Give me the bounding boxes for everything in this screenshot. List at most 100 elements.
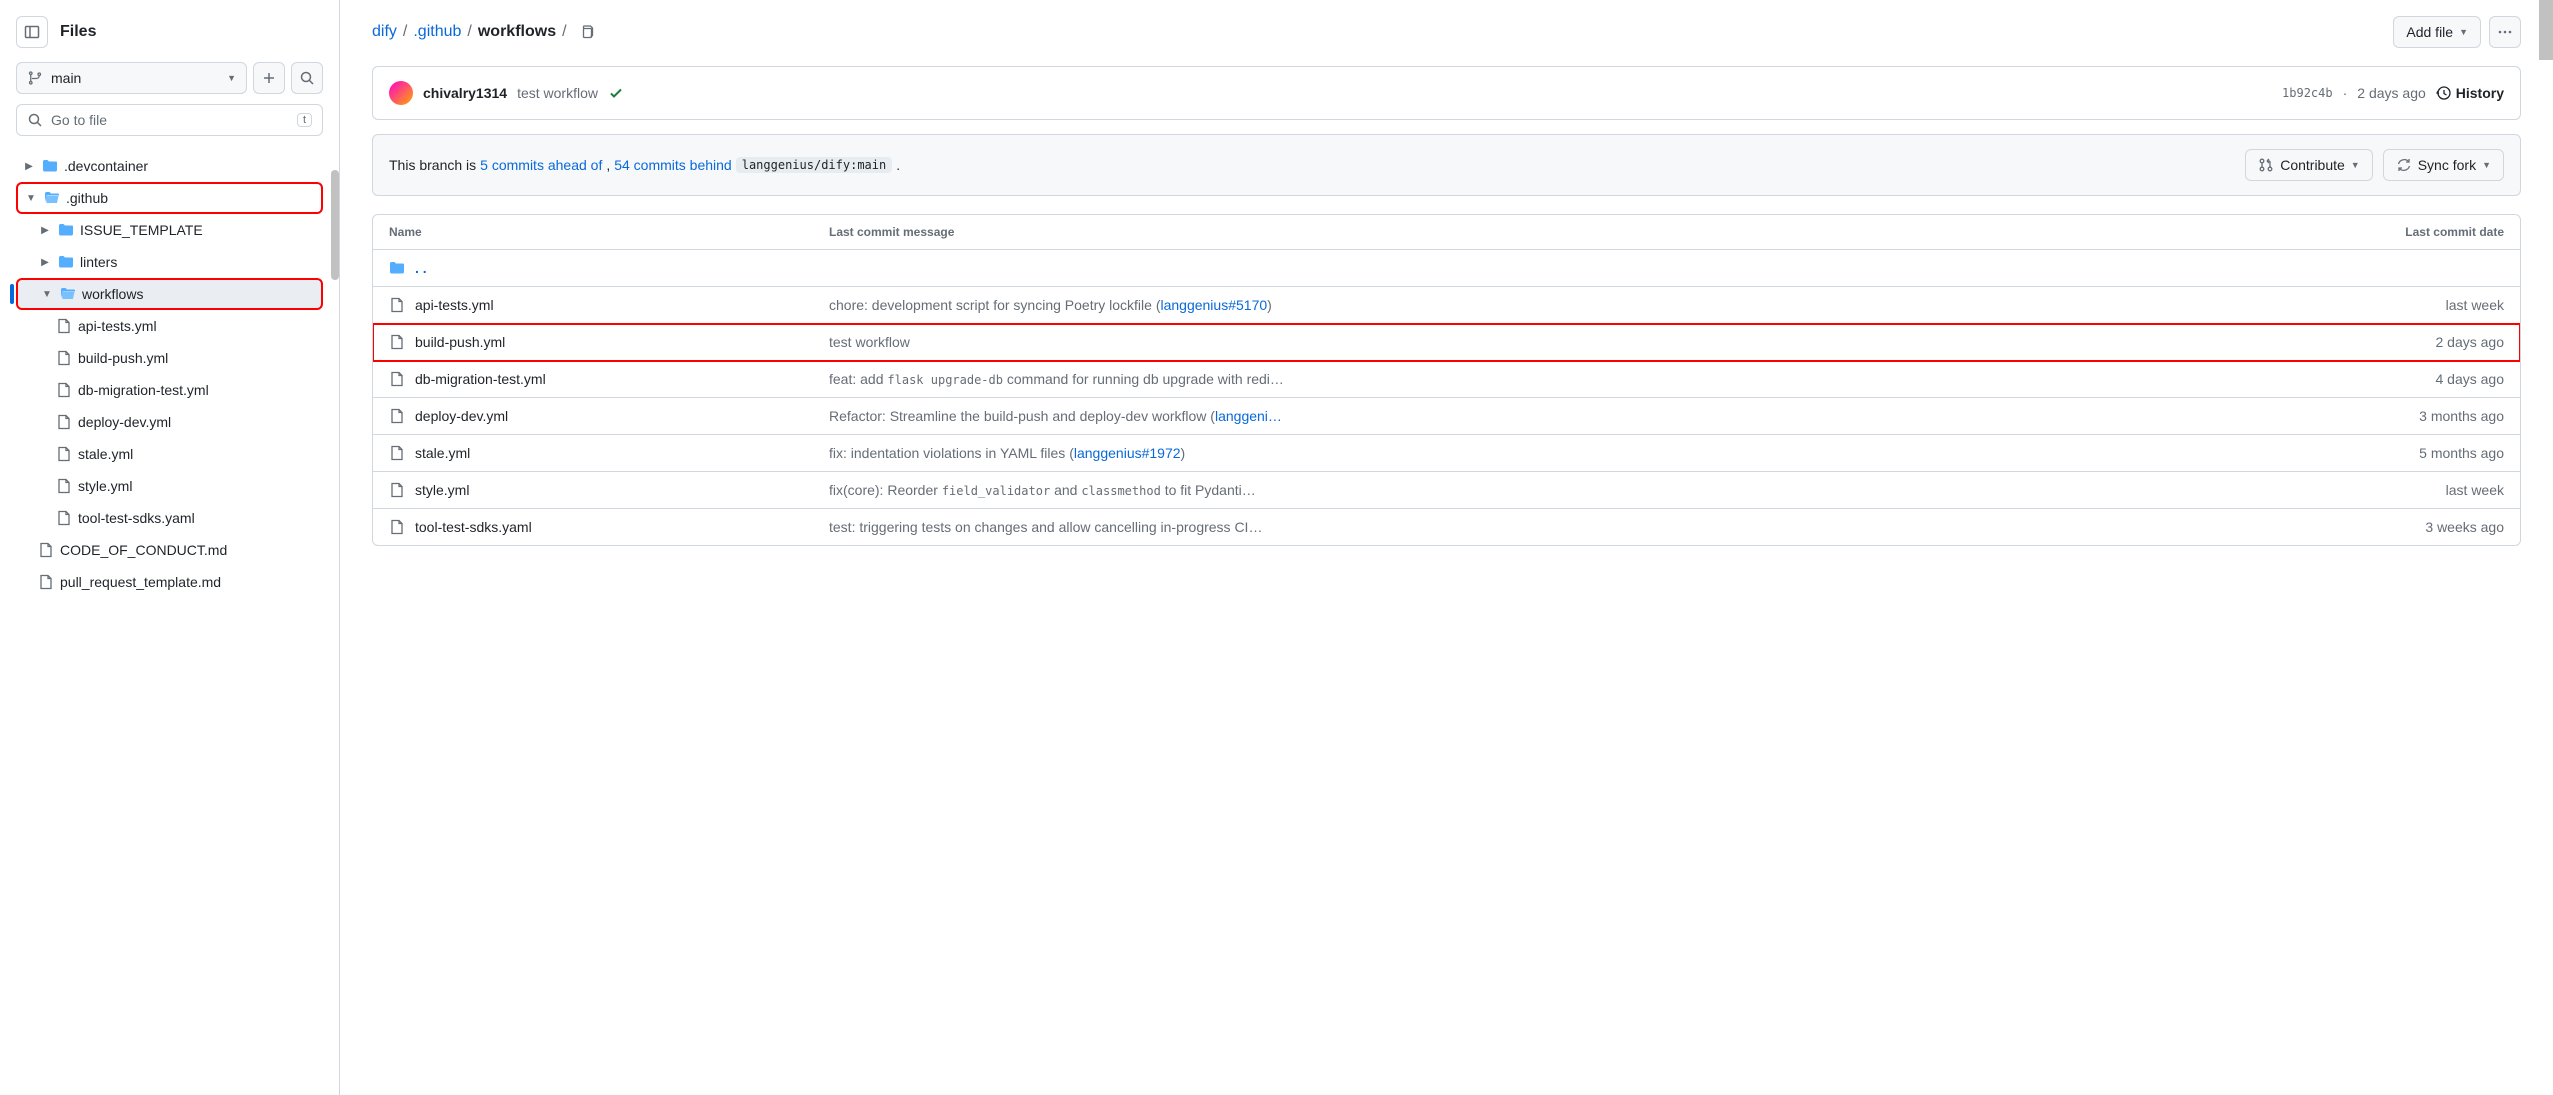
caret-down-icon: ▼ — [227, 73, 236, 83]
main-content: dify / .github / workflows / Add file ▼ … — [340, 0, 2553, 1095]
behind-link[interactable]: 54 commits behind — [614, 157, 732, 173]
commit-message[interactable]: feat: add flask upgrade-db command for r… — [829, 371, 2324, 387]
commit-link[interactable]: langgenius#5170 — [1160, 297, 1267, 313]
latest-commit-box: chivalry1314 test workflow 1b92c4b · 2 d… — [372, 66, 2521, 120]
file-link[interactable]: build-push.yml — [415, 334, 505, 350]
tree-item-stale[interactable]: stale.yml — [16, 438, 323, 470]
compare-text: This branch is 5 commits ahead of, 54 co… — [389, 157, 900, 173]
search-button[interactable] — [291, 62, 323, 94]
table-row: deploy-dev.yml Refactor: Streamline the b… — [373, 398, 2520, 435]
more-button[interactable] — [2489, 16, 2521, 48]
kebab-icon — [2497, 24, 2513, 40]
commit-date: 2 days ago — [2357, 85, 2426, 101]
table-header: Name Last commit message Last commit dat… — [373, 215, 2520, 250]
commit-message[interactable]: fix(core): Reorder field_validator and c… — [829, 482, 2324, 498]
file-icon — [56, 382, 72, 398]
commit-message[interactable]: test workflow — [829, 334, 2324, 350]
commit-author[interactable]: chivalry1314 — [423, 85, 507, 101]
chevron-down-icon: ▼ — [24, 193, 38, 204]
sidebar-title: Files — [60, 23, 96, 41]
goto-file-input[interactable]: Go to file t — [16, 104, 323, 136]
tree-item-pr-template[interactable]: pull_request_template.md — [16, 566, 323, 598]
tree-item-workflows[interactable]: ▼ workflows — [16, 278, 323, 310]
chevron-right-icon: ▶ — [38, 257, 52, 268]
table-row: build-push.ymltest workflow2 days ago — [373, 324, 2520, 361]
breadcrumb: dify / .github / workflows / — [372, 18, 601, 46]
commit-message[interactable]: chore: development script for syncing Po… — [829, 297, 2324, 313]
file-link[interactable]: style.yml — [415, 482, 469, 498]
col-date: Last commit date — [2324, 225, 2504, 239]
sidebar-scrollbar[interactable] — [331, 170, 339, 280]
crumb-repo[interactable]: dify — [372, 23, 397, 41]
avatar[interactable] — [389, 81, 413, 105]
crumb-current: workflows — [478, 23, 556, 41]
commit-link[interactable]: langgenius#1972 — [1074, 445, 1181, 461]
file-link[interactable]: tool-test-sdks.yaml — [415, 519, 532, 535]
file-tree-sidebar: Files main ▼ Go to file t ▶ .devcontaine… — [0, 0, 340, 1095]
sync-fork-button[interactable]: Sync fork ▼ — [2383, 149, 2504, 181]
compare-actions: Contribute ▼ Sync fork ▼ — [2245, 149, 2504, 181]
tree-item-tool-test[interactable]: tool-test-sdks.yaml — [16, 502, 323, 534]
tree-item-deploy-dev[interactable]: deploy-dev.yml — [16, 406, 323, 438]
copy-icon — [579, 24, 595, 40]
commit-message[interactable]: Refactor: Streamline the build-push and … — [829, 408, 2324, 424]
commit-message[interactable]: test workflow — [517, 85, 598, 101]
commit-message[interactable]: fix: indentation violations in YAML file… — [829, 445, 2324, 461]
parent-dir-link[interactable]: . . — [415, 260, 427, 276]
chevron-right-icon: ▶ — [22, 161, 36, 172]
goto-placeholder: Go to file — [51, 112, 289, 128]
tree-item-linters[interactable]: ▶ linters — [16, 246, 323, 278]
file-icon — [389, 371, 405, 387]
goto-kbd: t — [297, 113, 312, 127]
commit-sha[interactable]: 1b92c4b — [2282, 86, 2333, 100]
crumb-sep: / — [403, 23, 407, 41]
crumb-github[interactable]: .github — [413, 23, 461, 41]
file-icon — [56, 510, 72, 526]
tree-item-build-push[interactable]: build-push.yml — [16, 342, 323, 374]
tree-item-issue-template[interactable]: ▶ ISSUE_TEMPLATE — [16, 214, 323, 246]
compare-box: This branch is 5 commits ahead of, 54 co… — [372, 134, 2521, 196]
parent-dir-row[interactable]: . . — [373, 250, 2520, 287]
commit-message[interactable]: test: triggering tests on changes and al… — [829, 519, 2324, 535]
chevron-right-icon: ▶ — [38, 225, 52, 236]
branch-select[interactable]: main ▼ — [16, 62, 247, 94]
branch-name: main — [51, 70, 81, 86]
file-icon — [389, 408, 405, 424]
compare-target[interactable]: langgenius/dify:main — [736, 157, 893, 173]
tree-item-github[interactable]: ▼ .github — [16, 182, 323, 214]
contribute-button[interactable]: Contribute ▼ — [2245, 149, 2373, 181]
main-scrollbar[interactable] — [2539, 0, 2553, 60]
file-link[interactable]: db-migration-test.yml — [415, 371, 546, 387]
add-file-button[interactable]: Add file ▼ — [2393, 16, 2481, 48]
git-branch-icon — [27, 70, 43, 86]
file-icon — [389, 334, 405, 350]
tree-item-devcontainer[interactable]: ▶ .devcontainer — [16, 150, 323, 182]
caret-down-icon: ▼ — [2351, 160, 2360, 170]
tree-item-api-tests[interactable]: api-tests.yml — [16, 310, 323, 342]
collapse-panel-button[interactable] — [16, 16, 48, 48]
ahead-link[interactable]: 5 commits ahead of — [480, 157, 602, 173]
commit-date: 4 days ago — [2324, 371, 2504, 387]
tree-item-db-migration[interactable]: db-migration-test.yml — [16, 374, 323, 406]
folder-icon — [42, 158, 58, 174]
table-row: tool-test-sdks.yaml test: triggering test… — [373, 509, 2520, 545]
search-icon — [27, 112, 43, 128]
file-icon — [56, 350, 72, 366]
file-link[interactable]: deploy-dev.yml — [415, 408, 508, 424]
file-tree: ▶ .devcontainer ▼ .github ▶ ISSUE_TEMPLA… — [16, 150, 323, 598]
file-icon — [56, 446, 72, 462]
commit-link[interactable]: langgeni… — [1215, 408, 1282, 424]
check-icon[interactable] — [608, 85, 624, 101]
plus-icon — [261, 70, 277, 86]
file-icon — [389, 482, 405, 498]
crumb-sep: / — [562, 23, 566, 41]
tree-item-code-conduct[interactable]: CODE_OF_CONDUCT.md — [16, 534, 323, 566]
file-icon — [56, 318, 72, 334]
file-link[interactable]: api-tests.yml — [415, 297, 494, 313]
copy-path-button[interactable] — [573, 18, 601, 46]
add-file-button[interactable] — [253, 62, 285, 94]
file-link[interactable]: stale.yml — [415, 445, 470, 461]
history-link[interactable]: History — [2436, 85, 2504, 101]
tree-item-style[interactable]: style.yml — [16, 470, 323, 502]
commit-meta: 1b92c4b · 2 days ago History — [2282, 85, 2504, 101]
